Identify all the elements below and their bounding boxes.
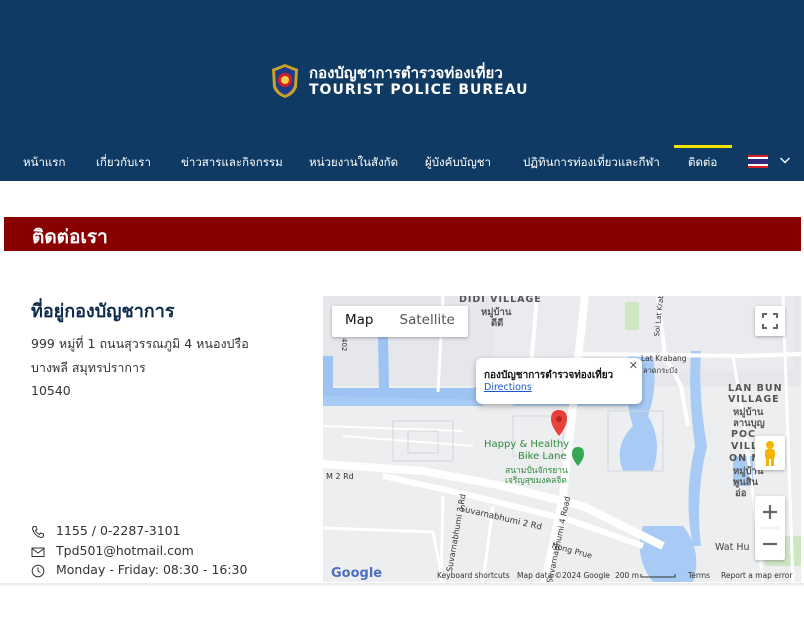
nav-item-news[interactable]: ข่าวสารและกิจกรรม bbox=[181, 154, 283, 172]
map-type-map-button[interactable]: Map bbox=[332, 306, 387, 337]
phone-icon bbox=[31, 526, 44, 539]
map-type-satellite-button[interactable]: Satellite bbox=[387, 306, 468, 337]
zoom-control bbox=[755, 496, 785, 560]
nav-item-units[interactable]: หน่วยงานในสังกัด bbox=[309, 154, 398, 172]
map-label-wat-hu: Wat Hu bbox=[715, 542, 750, 553]
address-heading: ที่อยู่กองบัญชาการ bbox=[31, 301, 175, 322]
terms-link[interactable]: Terms bbox=[688, 571, 710, 580]
map-label-bike-en2: Bike Lane bbox=[518, 451, 567, 462]
main-nav: หน้าแรก เกี่ยวกับเรา ข่าวสารและกิจกรรม ห… bbox=[0, 145, 804, 181]
map-label-lan-bun-2: VILLAGE bbox=[728, 394, 780, 405]
google-map[interactable]: DIDI VILLAGE หมู่บ้าน ดีดี LAN BUN VILLA… bbox=[323, 296, 801, 582]
fullscreen-icon bbox=[762, 313, 778, 329]
address-line-1: 999 หมู่ที่ 1 ถนนสุวรรณภูมิ 4 หนองปรือ bbox=[31, 336, 249, 351]
report-map-error-link[interactable]: Report a map error bbox=[721, 571, 792, 580]
map-label-didi-village: DIDI VILLAGE bbox=[459, 296, 542, 305]
email-address[interactable]: Tpd501@hotmail.com bbox=[56, 543, 194, 558]
map-data-attribution: Map data ©2024 Google bbox=[517, 571, 610, 580]
close-icon[interactable]: ✕ bbox=[629, 359, 638, 372]
nav-item-about[interactable]: เกี่ยวกับเรา bbox=[96, 154, 151, 172]
office-hours: Monday - Friday: 08:30 - 16:30 bbox=[56, 562, 248, 577]
directions-link[interactable]: Directions bbox=[484, 382, 532, 393]
map-label-road-402: 402 bbox=[340, 338, 348, 352]
map-label-poon-2: VILL bbox=[731, 441, 758, 452]
map-label-bike-th2: เจริญสุขมงคลจิต bbox=[505, 476, 567, 486]
chevron-down-icon[interactable] bbox=[779, 154, 791, 166]
fullscreen-button[interactable] bbox=[755, 306, 785, 336]
zoom-in-icon[interactable] bbox=[763, 505, 777, 519]
nav-active-indicator bbox=[674, 145, 732, 148]
map-label-lat-krabang: Lat Krabang bbox=[641, 354, 687, 363]
site-header: กองบัญชาการตำรวจท่องเที่ยว TOURIST POLIC… bbox=[0, 0, 804, 181]
nav-item-commanders[interactable]: ผู้บังคับบัญชา bbox=[425, 154, 491, 172]
street-view-button[interactable] bbox=[755, 436, 785, 470]
map-type-toggle: Map Satellite bbox=[332, 306, 468, 337]
map-label-poon-1: POC bbox=[731, 429, 757, 440]
map-label-didi-th2: ดีดี bbox=[491, 318, 504, 329]
pegman-icon bbox=[765, 441, 775, 466]
google-logo[interactable]: Google bbox=[331, 566, 382, 581]
map-label-poon-th3: อ่อ bbox=[735, 488, 747, 499]
nav-item-home[interactable]: หน้าแรก bbox=[23, 154, 65, 172]
police-badge-logo[interactable] bbox=[270, 63, 300, 99]
page-banner: ติดต่อเรา bbox=[4, 217, 801, 251]
keyboard-shortcuts-link[interactable]: Keyboard shortcuts bbox=[437, 571, 510, 580]
map-label-lat-krabang-th: ลาดกระบัง bbox=[643, 366, 678, 375]
map-label-bike-en1: Happy & Healthy bbox=[484, 439, 570, 450]
address-line-2: บางพลี สมุทรปราการ bbox=[31, 360, 146, 375]
nav-item-calendar[interactable]: ปฏิทินการท่องเที่ยวและกีฬา bbox=[523, 154, 660, 172]
footer-divider bbox=[0, 583, 804, 587]
map-label-m2rd: M 2 Rd bbox=[326, 472, 354, 481]
page-title: ติดต่อเรา bbox=[32, 226, 108, 248]
thai-flag-icon[interactable] bbox=[748, 155, 768, 168]
address-line-3: 10540 bbox=[31, 383, 71, 398]
info-window-title: กองบัญชาการตำรวจท่องเที่ยว bbox=[484, 370, 614, 381]
map-label-lan-bun: LAN BUN bbox=[728, 383, 783, 394]
map-info-window: กองบัญชาการตำรวจท่องเที่ยว Directions ✕ bbox=[476, 358, 642, 404]
clock-icon bbox=[31, 564, 45, 578]
brand-name-english: TOURIST POLICE BUREAU bbox=[309, 82, 529, 98]
email-icon bbox=[31, 547, 45, 557]
nav-item-contact[interactable]: ติดต่อ bbox=[688, 154, 717, 172]
map-footer: Google Keyboard shortcuts Map data ©2024… bbox=[323, 566, 801, 582]
map-scale-label[interactable]: 200 m bbox=[615, 571, 639, 580]
phone-number[interactable]: 1155 / 0-2287-3101 bbox=[56, 523, 181, 538]
